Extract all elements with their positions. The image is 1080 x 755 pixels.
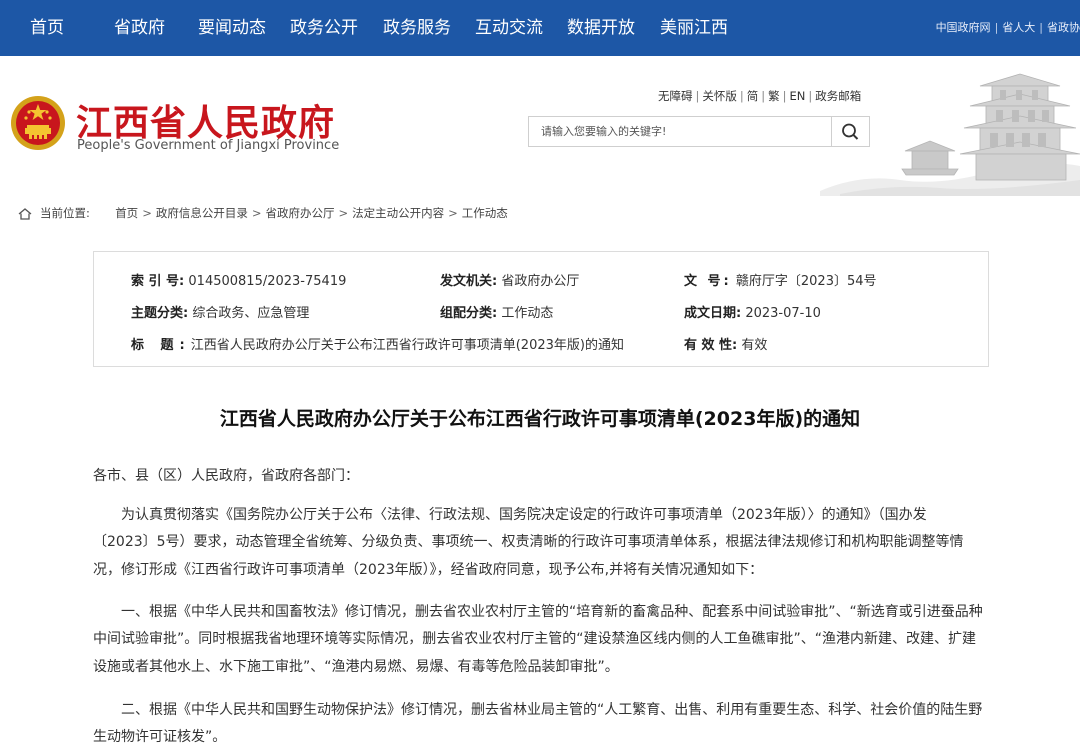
breadcrumb-separator: >: [338, 206, 349, 220]
divider: |: [808, 89, 813, 103]
meta-document-number: 文 号: 赣府厅字〔2023〕54号: [684, 270, 877, 289]
meta-label: 主题分类:: [131, 306, 189, 321]
meta-value: 江西省人民政府办公厅关于公布江西省行政许可事项清单(2023年版)的通知: [190, 338, 624, 353]
meta-label: 有 效 性:: [684, 338, 738, 353]
nav-item-gov-services[interactable]: 政务服务: [383, 0, 451, 56]
home-icon: [18, 207, 32, 220]
nav-item-beautiful-jiangxi[interactable]: 美丽江西: [660, 0, 728, 56]
meta-label: 成文日期:: [684, 306, 742, 321]
top-right-links: 中国政府网 | 省人大 | 省政协: [936, 0, 1080, 56]
divider: |: [695, 89, 700, 103]
meta-topic: 主题分类: 综合政务、应急管理: [131, 302, 309, 321]
breadcrumb-info-catalog[interactable]: 政府信息公开目录: [156, 206, 248, 220]
top-nav: 首页 省政府 要闻动态 政务公开 政务服务 互动交流 数据开放 美丽江西 中国政…: [0, 0, 1080, 56]
breadcrumb-work-news[interactable]: 工作动态: [462, 206, 508, 220]
meta-label: 标 题:: [131, 338, 191, 353]
breadcrumb-general-office[interactable]: 省政府办公厅: [265, 206, 334, 220]
meta-label: 文 号:: [684, 274, 732, 289]
meta-value: 工作动态: [501, 306, 554, 321]
meta-value: 有效: [741, 338, 768, 353]
document-greeting: 各市、县（区）人民政府，省政府各部门：: [93, 468, 359, 484]
link-english[interactable]: EN: [790, 89, 806, 103]
breadcrumb-prefix: 当前位置:: [40, 206, 90, 220]
meta-issuer: 发文机关: 省政府办公厅: [440, 270, 579, 289]
link-provincial-npc[interactable]: 省人大: [1002, 21, 1035, 34]
divider: |: [782, 89, 787, 103]
meta-category: 组配分类: 工作动态: [440, 302, 553, 321]
meta-label: 组配分类:: [440, 306, 498, 321]
meta-date: 成文日期: 2023-07-10: [684, 302, 821, 321]
meta-label: 索 引 号:: [131, 274, 185, 289]
nav-item-province-gov[interactable]: 省政府: [114, 0, 165, 56]
nav-item-open-data[interactable]: 数据开放: [567, 0, 635, 56]
breadcrumb-statutory-content[interactable]: 法定主动公开内容: [352, 206, 444, 220]
link-traditional[interactable]: 繁: [768, 89, 780, 103]
nav-item-news[interactable]: 要闻动态: [198, 0, 266, 56]
link-simplified[interactable]: 简: [747, 89, 759, 103]
document-paragraph: 为认真贯彻落实《国务院办公厅关于公布〈法律、行政法规、国务院决定设定的行政许可事…: [93, 507, 964, 578]
site-header: 江西省人民政府 People's Government of Jiangxi P…: [0, 56, 1080, 196]
nav-item-gov-affairs-open[interactable]: 政务公开: [290, 0, 358, 56]
breadcrumb-separator: >: [448, 206, 458, 220]
meta-value: 综合政务、应急管理: [192, 306, 310, 321]
link-accessibility[interactable]: 无障碍: [658, 89, 693, 103]
meta-validity: 有 效 性: 有效: [684, 334, 767, 353]
divider: |: [1039, 21, 1043, 34]
divider: |: [994, 21, 999, 34]
site-subtitle: People's Government of Jiangxi Province: [77, 138, 340, 153]
breadcrumb-separator: >: [142, 206, 152, 220]
document-paragraph: 一、根据《中华人民共和国畜牧法》修订情况，删去省农业农村厅主管的“培育新的畜禽品…: [93, 604, 983, 675]
nav-item-interaction[interactable]: 互动交流: [475, 0, 543, 56]
document-paragraph: 二、根据《中华人民共和国野生动物保护法》修订情况，删去省林业局主管的“人工繁育、…: [93, 702, 983, 746]
nav-item-home[interactable]: 首页: [30, 0, 64, 56]
pavilion-illustration: [820, 73, 1080, 196]
meta-value: 赣府厅字〔2023〕54号: [735, 274, 877, 289]
meta-label: 发文机关:: [440, 274, 498, 289]
link-elderly-mode[interactable]: 关怀版: [702, 89, 737, 103]
meta-title: 标 题:江西省人民政府办公厅关于公布江西省行政许可事项清单(2023年版)的通知: [131, 334, 624, 353]
link-provincial-cppcc[interactable]: 省政协: [1047, 21, 1080, 34]
divider: |: [761, 89, 766, 103]
national-emblem-icon: [11, 96, 65, 150]
document-metadata-box: 索 引 号: 014500815/2023-75419 发文机关: 省政府办公厅…: [93, 251, 989, 367]
meta-value: 2023-07-10: [745, 306, 821, 321]
document-title: 江西省人民政府办公厅关于公布江西省行政许可事项清单(2023年版)的通知: [219, 408, 861, 430]
link-china-gov[interactable]: 中国政府网: [936, 21, 991, 34]
breadcrumb-separator: >: [251, 206, 262, 220]
divider: |: [739, 89, 744, 103]
meta-index-number: 索 引 号: 014500815/2023-75419: [131, 270, 346, 289]
search-box: [528, 116, 870, 147]
breadcrumb-home[interactable]: 首页: [115, 206, 138, 220]
meta-value: 省政府办公厅: [501, 274, 580, 289]
breadcrumb: 当前位置: 首页 > 政府信息公开目录 > 省政府办公厅 > 法定主动公开内容 > 工作动态: [18, 205, 508, 221]
search-input[interactable]: [529, 117, 853, 146]
meta-value: 014500815/2023-75419: [188, 274, 347, 289]
